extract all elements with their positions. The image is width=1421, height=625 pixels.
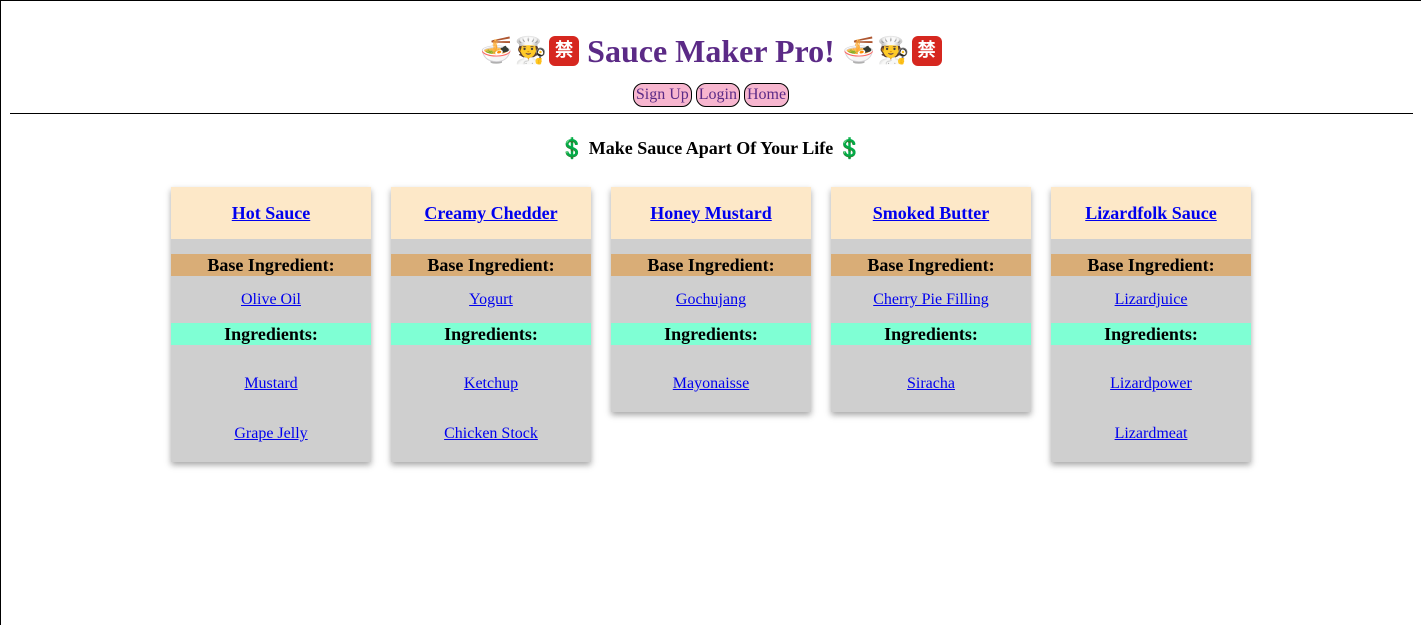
base-ingredient-row: Yogurt bbox=[391, 276, 591, 323]
login-button[interactable]: Login bbox=[695, 83, 740, 107]
noodle-bowl-icon: 🍜 bbox=[480, 36, 513, 66]
sauce-card: Honey Mustard Base Ingredient: Gochujang… bbox=[611, 187, 811, 412]
signup-button[interactable]: Sign Up bbox=[632, 83, 692, 107]
ingredient-list: Siracha bbox=[831, 345, 1031, 412]
ingredient-link[interactable]: Lizardpower bbox=[1110, 375, 1192, 392]
tagline: 💲 Make Sauce Apart Of Your Life 💲 bbox=[1, 136, 1421, 160]
base-ingredient-link[interactable]: Olive Oil bbox=[241, 291, 301, 308]
title-text: Sauce Maker Pro! bbox=[587, 33, 835, 69]
base-ingredient-row: Lizardjuice bbox=[1051, 276, 1251, 323]
nav-bar: Sign Up Login Home bbox=[1, 83, 1421, 107]
title-emoji-left: 🍜 🧑‍🍳 禁 bbox=[480, 36, 580, 66]
ingredient-link[interactable]: Chicken Stock bbox=[444, 425, 538, 442]
ingredient-link[interactable]: Ketchup bbox=[464, 375, 518, 392]
sauce-card-header: Lizardfolk Sauce bbox=[1051, 187, 1251, 239]
sauce-card: Smoked Butter Base Ingredient: Cherry Pi… bbox=[831, 187, 1031, 412]
sauce-card-header: Smoked Butter bbox=[831, 187, 1031, 239]
base-ingredient-heading: Base Ingredient: bbox=[391, 254, 591, 276]
ingredients-heading: Ingredients: bbox=[611, 323, 811, 345]
title-emoji-right: 🍜 🧑‍🍳 禁 bbox=[843, 36, 942, 66]
sauce-card: Creamy Chedder Base Ingredient: Yogurt I… bbox=[391, 187, 591, 462]
page-header: 🍜 🧑‍🍳 禁 Sauce Maker Pro! 🍜 🧑‍🍳 禁 Sign Up… bbox=[1, 1, 1421, 107]
ingredient-list: Mayonaisse bbox=[611, 345, 811, 412]
base-ingredient-row: Cherry Pie Filling bbox=[831, 276, 1031, 323]
ingredient-link[interactable]: Mayonaisse bbox=[673, 375, 749, 392]
base-ingredient-heading: Base Ingredient: bbox=[831, 254, 1031, 276]
base-ingredient-heading: Base Ingredient: bbox=[171, 254, 371, 276]
sauce-card-header: Creamy Chedder bbox=[391, 187, 591, 239]
ingredients-heading: Ingredients: bbox=[1051, 323, 1251, 345]
ingredient-item: Lizardmeat bbox=[1051, 409, 1251, 459]
sauce-card-list: Hot Sauce Base Ingredient: Olive Oil Ing… bbox=[1, 187, 1421, 462]
ingredient-item: Grape Jelly bbox=[171, 409, 371, 459]
sauce-name-link[interactable]: Lizardfolk Sauce bbox=[1085, 203, 1217, 223]
ingredients-heading: Ingredients: bbox=[171, 323, 371, 345]
ingredient-link[interactable]: Grape Jelly bbox=[234, 425, 307, 442]
base-ingredient-heading: Base Ingredient: bbox=[611, 254, 811, 276]
ingredient-item: Siracha bbox=[831, 359, 1031, 409]
home-button[interactable]: Home bbox=[744, 83, 790, 107]
page-title: 🍜 🧑‍🍳 禁 Sauce Maker Pro! 🍜 🧑‍🍳 禁 bbox=[1, 1, 1421, 71]
dollar-icon: 💲 bbox=[837, 136, 863, 160]
ingredient-link[interactable]: Lizardmeat bbox=[1115, 425, 1188, 442]
base-ingredient-heading: Base Ingredient: bbox=[1051, 254, 1251, 276]
prohibited-sign-icon: 禁 bbox=[549, 36, 580, 66]
tagline-text: Make Sauce Apart Of Your Life bbox=[588, 137, 834, 158]
ingredient-list: Lizardpower Lizardmeat bbox=[1051, 345, 1251, 462]
base-ingredient-row: Gochujang bbox=[611, 276, 811, 323]
sauce-card: Hot Sauce Base Ingredient: Olive Oil Ing… bbox=[171, 187, 371, 462]
ingredient-link[interactable]: Mustard bbox=[244, 375, 297, 392]
noodle-bowl-icon: 🍜 bbox=[842, 36, 876, 66]
ingredient-item: Mustard bbox=[171, 359, 371, 409]
header-divider bbox=[10, 113, 1413, 114]
base-ingredient-link[interactable]: Yogurt bbox=[469, 291, 513, 308]
sauce-card: Lizardfolk Sauce Base Ingredient: Lizard… bbox=[1051, 187, 1251, 462]
sauce-name-link[interactable]: Smoked Butter bbox=[873, 203, 990, 223]
chef-icon: 🧑‍🍳 bbox=[877, 36, 910, 66]
ingredient-list: Ketchup Chicken Stock bbox=[391, 345, 591, 462]
base-ingredient-link[interactable]: Lizardjuice bbox=[1115, 291, 1188, 308]
sauce-name-link[interactable]: Honey Mustard bbox=[650, 203, 772, 223]
ingredients-heading: Ingredients: bbox=[831, 323, 1031, 345]
ingredients-heading: Ingredients: bbox=[391, 323, 591, 345]
sauce-name-link[interactable]: Creamy Chedder bbox=[424, 203, 557, 223]
ingredient-item: Mayonaisse bbox=[611, 359, 811, 409]
dollar-icon: 💲 bbox=[559, 136, 585, 160]
sauce-card-header: Hot Sauce bbox=[171, 187, 371, 239]
ingredient-item: Lizardpower bbox=[1051, 359, 1251, 409]
sauce-card-header: Honey Mustard bbox=[611, 187, 811, 239]
ingredient-list: Mustard Grape Jelly bbox=[171, 345, 371, 462]
ingredient-link[interactable]: Siracha bbox=[907, 375, 955, 392]
ingredient-item: Chicken Stock bbox=[391, 409, 591, 459]
ingredient-item: Ketchup bbox=[391, 359, 591, 409]
prohibited-sign-icon: 禁 bbox=[911, 36, 942, 66]
base-ingredient-row: Olive Oil bbox=[171, 276, 371, 323]
base-ingredient-link[interactable]: Cherry Pie Filling bbox=[873, 291, 989, 308]
sauce-name-link[interactable]: Hot Sauce bbox=[232, 203, 311, 223]
base-ingredient-link[interactable]: Gochujang bbox=[676, 291, 746, 308]
chef-icon: 🧑‍🍳 bbox=[514, 36, 548, 66]
